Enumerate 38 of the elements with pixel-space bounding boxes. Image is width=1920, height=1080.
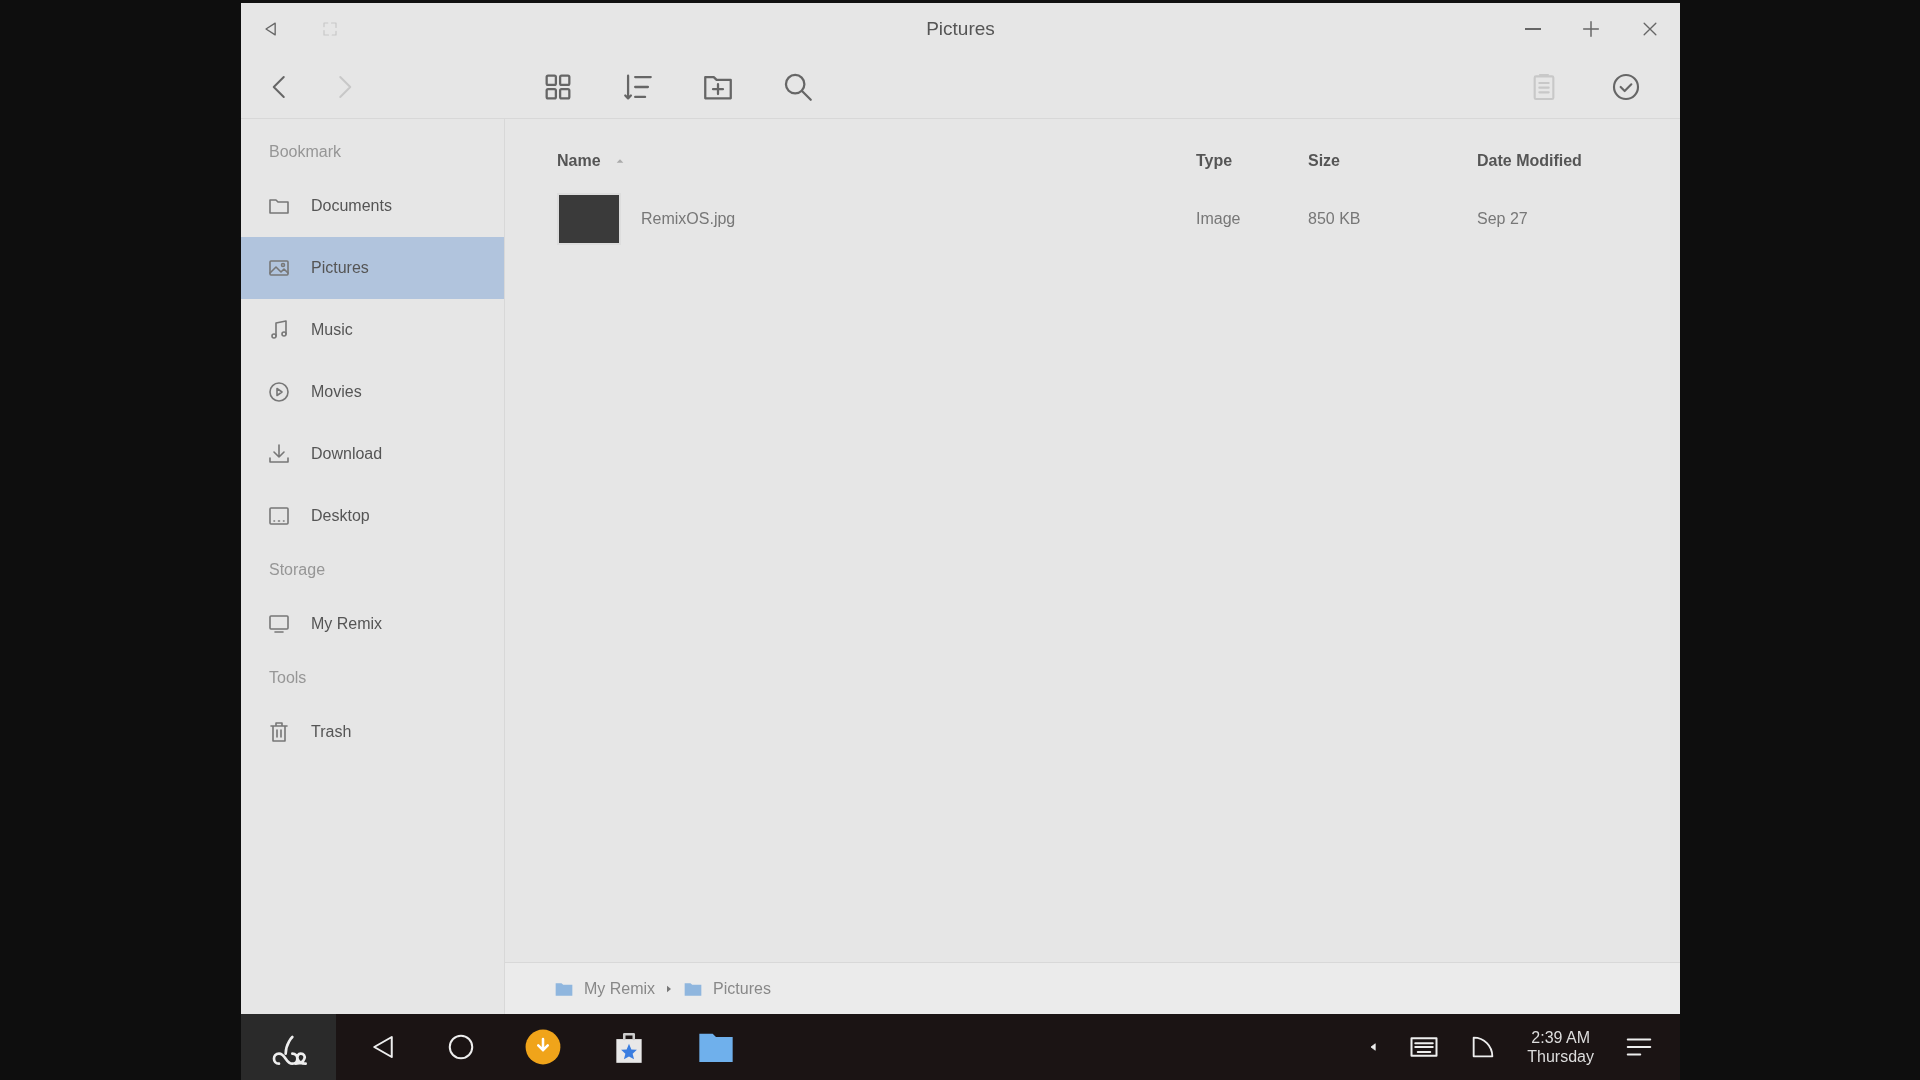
sidebar-heading: Storage — [268, 560, 327, 580]
column-header[interactable]: Date Modified — [1477, 152, 1582, 170]
sidebar-item[interactable]: My Remix — [241, 593, 504, 655]
circle-icon — [446, 1032, 476, 1062]
sidebar-item[interactable]: Desktop — [241, 485, 504, 547]
download-icon — [267, 442, 291, 466]
window-title: Pictures — [926, 18, 995, 39]
minus-icon — [1524, 28, 1542, 30]
sidebar-item[interactable]: Pictures — [241, 237, 504, 299]
file-size: 850 KB — [1308, 210, 1362, 228]
sidebar-item[interactable]: Download — [241, 423, 504, 485]
clock-time: 2:39 AM — [1531, 1028, 1590, 1047]
breadcrumb-item[interactable]: My Remix — [584, 979, 656, 998]
sidebar-item[interactable]: Music — [241, 299, 504, 361]
play-circle-icon — [267, 380, 291, 404]
column-header[interactable]: Size — [1308, 152, 1340, 170]
breadcrumb-item[interactable]: Pictures — [713, 979, 771, 998]
resize-icon — [321, 20, 339, 38]
clock-day: Thursday — [1527, 1047, 1594, 1066]
monitor-icon — [267, 612, 291, 636]
sidebar-item[interactable]: Trash — [241, 701, 504, 763]
download-app-button[interactable] — [524, 1028, 562, 1066]
sidebar-item[interactable]: Documents — [241, 175, 504, 237]
sidebar-heading: Tools — [268, 668, 308, 688]
plus-icon — [1580, 18, 1602, 40]
desktop-icon — [267, 504, 291, 528]
photo-placeholder — [557, 193, 621, 245]
file-date: Sep 27 — [1477, 210, 1529, 228]
download-circle-icon — [524, 1028, 562, 1066]
file-row[interactable]: RemixOS.jpg Image 850 KB Sep 27 — [557, 189, 1680, 249]
column-header[interactable]: Name — [557, 152, 625, 170]
column-header[interactable]: Type — [1196, 152, 1233, 170]
file-name: RemixOS.jpg — [641, 210, 736, 228]
trash-icon — [267, 720, 291, 744]
sidebar-item[interactable]: Movies — [241, 361, 504, 423]
sidebar-heading: Bookmark — [268, 142, 343, 162]
home-button[interactable] — [446, 1032, 476, 1062]
file-type: Image — [1196, 210, 1242, 228]
